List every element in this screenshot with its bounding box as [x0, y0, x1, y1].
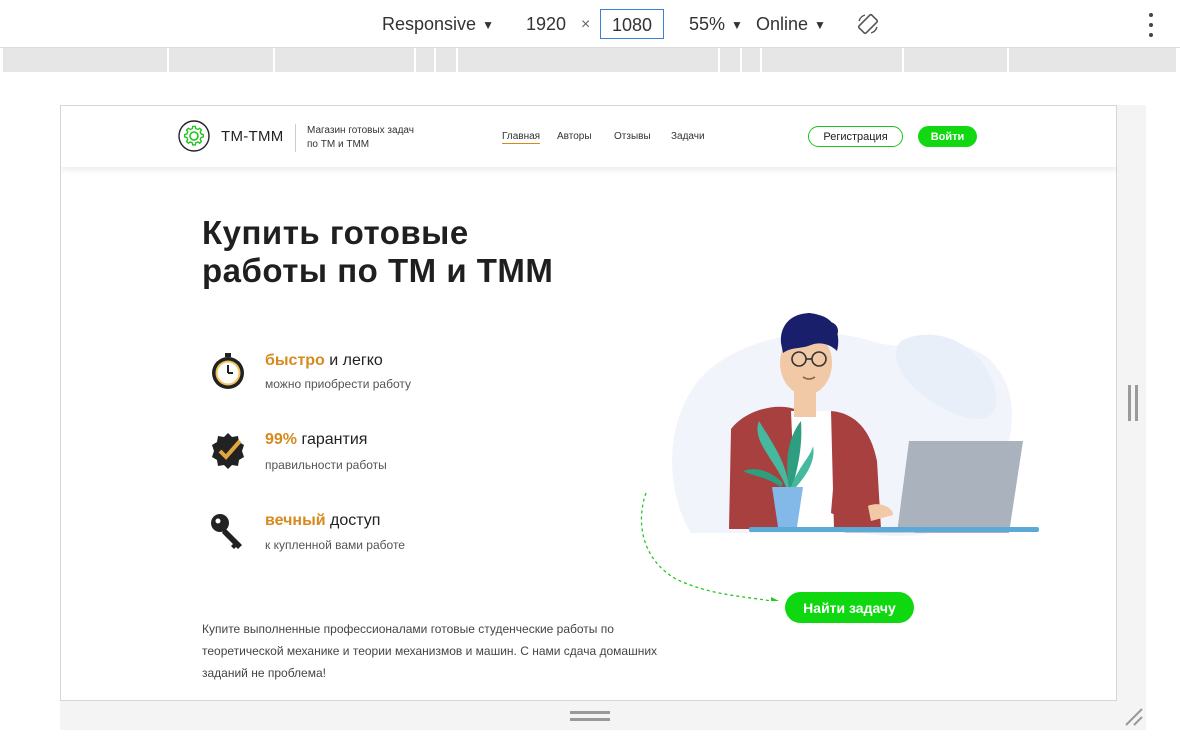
feature-title-rest: и легко	[324, 352, 383, 369]
breakpoint-segment[interactable]	[436, 48, 458, 72]
resize-handle-right[interactable]	[1128, 385, 1138, 421]
resize-corner-icon[interactable]	[1122, 705, 1144, 727]
hero-title-line-2: работы по ТМ и ТММ	[202, 252, 554, 289]
height-input[interactable]: 1080	[600, 9, 664, 39]
nav-link-reviews[interactable]: Отзывы	[614, 131, 651, 142]
caret-down-icon: ▼	[814, 17, 826, 32]
breakpoint-segment[interactable]	[762, 48, 904, 72]
site-tagline: Магазин готовых задач по ТМ и ТММ	[307, 125, 414, 150]
stopwatch-icon	[212, 353, 244, 389]
breakpoint-segment[interactable]	[720, 48, 742, 72]
breakpoint-segment[interactable]	[742, 48, 762, 72]
feature-title-fast: быстро и легко	[265, 352, 383, 370]
nav-link-tasks[interactable]: Задачи	[671, 131, 705, 142]
feature-subtitle: к купленной вами работе	[265, 538, 405, 552]
person-with-laptop-illustration	[640, 313, 1039, 601]
gear-logo-icon[interactable]	[178, 120, 210, 152]
hero-description: Купите выполненные профессионалами готов…	[202, 622, 658, 680]
breakpoint-segment[interactable]	[416, 48, 436, 72]
emulated-viewport: ТМ-ТММ Магазин готовых задач по ТМ и ТММ…	[60, 105, 1117, 701]
logo-text[interactable]: ТМ-ТММ	[221, 128, 284, 145]
feature-title-rest: гарантия	[297, 431, 368, 448]
hero-title: Купить готовые работы по ТМ и ТММ	[202, 214, 642, 290]
logo-divider	[295, 124, 296, 152]
resize-handle-bottom[interactable]	[570, 711, 610, 721]
zoom-select-label: 55%	[689, 14, 726, 34]
caret-down-icon: ▼	[731, 17, 743, 32]
feature-title-rest: доступ	[325, 512, 381, 529]
zoom-select[interactable]: 55% ▼	[689, 14, 743, 35]
breakpoint-segment[interactable]	[3, 48, 169, 72]
feature-title-access: вечный доступ	[265, 512, 380, 530]
breakpoint-segment[interactable]	[458, 48, 720, 72]
feature-title-guarantee: 99% гарантия	[265, 431, 367, 449]
kebab-menu-icon[interactable]	[1146, 13, 1156, 37]
breakpoint-segment[interactable]	[169, 48, 275, 72]
breakpoint-segment[interactable]	[275, 48, 416, 72]
rotate-icon[interactable]	[857, 13, 879, 35]
key-icon	[211, 514, 242, 549]
breakpoint-segment[interactable]	[1009, 48, 1176, 72]
breakpoint-segment[interactable]	[904, 48, 1009, 72]
find-task-button[interactable]: Найти задачу	[785, 592, 914, 623]
device-select-label: Responsive	[382, 14, 477, 34]
caret-down-icon: ▼	[482, 17, 494, 32]
feature-highlight: быстро	[265, 352, 325, 369]
feature-highlight: вечный	[265, 512, 326, 529]
feature-subtitle: правильности работы	[265, 458, 387, 472]
nav-link-authors[interactable]: Авторы	[557, 131, 592, 142]
login-button[interactable]: Войти	[918, 126, 977, 147]
register-button[interactable]: Регистрация	[808, 126, 903, 147]
nav-link-home[interactable]: Главная	[502, 131, 541, 144]
media-query-bar[interactable]	[3, 48, 1176, 72]
feature-highlight: 99%	[265, 431, 298, 448]
times-separator: ×	[581, 16, 591, 33]
width-input[interactable]: 1920	[514, 9, 578, 39]
badge-check-icon	[212, 433, 244, 469]
devtools-device-toolbar: Responsive ▼ 1920 × 1080 55% ▼ Online ▼	[0, 0, 1180, 48]
throttle-select-label: Online	[756, 14, 809, 34]
site-header: ТМ-ТММ Магазин готовых задач по ТМ и ТММ…	[61, 106, 1116, 167]
device-select[interactable]: Responsive ▼	[382, 14, 494, 35]
feature-subtitle: можно приобрести работу	[265, 377, 412, 391]
throttle-select[interactable]: Online ▼	[756, 14, 826, 35]
hero-title-line-1: Купить готовые	[202, 214, 469, 251]
